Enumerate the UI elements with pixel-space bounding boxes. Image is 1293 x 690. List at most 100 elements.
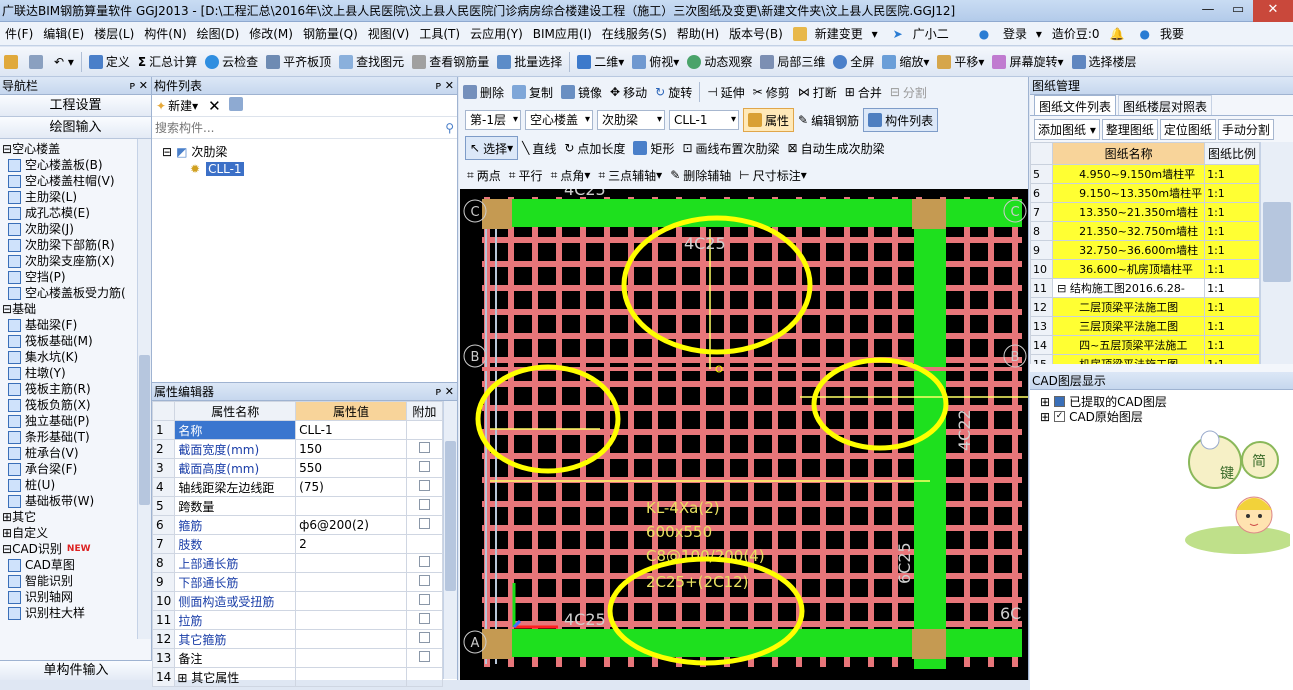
nav-item[interactable]: 条形基础(T) bbox=[2, 429, 137, 445]
component-search-input[interactable] bbox=[155, 117, 446, 138]
table-row[interactable]: 15机房顶梁平法施工图1:1 bbox=[1030, 354, 1260, 364]
properties-button[interactable]: 属性 bbox=[742, 108, 794, 132]
table-row[interactable]: 13 备注 bbox=[151, 648, 444, 668]
table-row[interactable]: 11 ⊟ 结构施工图2016.6.28- 1:1 bbox=[1030, 278, 1260, 298]
nav-scrollbar[interactable] bbox=[137, 139, 151, 639]
nav-item[interactable]: 成孔芯模(E) bbox=[2, 205, 137, 221]
cad-canvas[interactable]: C B A B C 4C25 4C22 6C25 4C25 4C25 6C KL… bbox=[460, 189, 1028, 680]
type-select[interactable]: 次肋梁 bbox=[596, 110, 665, 130]
table-row[interactable]: 11 拉筋 bbox=[151, 610, 444, 630]
nav-item[interactable]: 次肋梁(J) bbox=[2, 221, 137, 237]
nav-item[interactable]: 空心楼盖板(B) bbox=[2, 157, 137, 173]
nav-item[interactable]: 基础梁(F) bbox=[2, 317, 137, 333]
table-row[interactable]: 14 ⊞ 其它属性 bbox=[151, 667, 444, 687]
table-row[interactable]: 10 36.600~机房顶墙柱平 1:1 bbox=[1030, 259, 1260, 279]
extend-button[interactable]: ⊣ 延伸 bbox=[703, 80, 748, 104]
table-row[interactable]: 7 13.350~21.350m墙柱 1:1 bbox=[1030, 202, 1260, 222]
trim-button[interactable]: ✂ 修剪 bbox=[749, 80, 794, 104]
menu-component[interactable]: 构件(N) bbox=[139, 22, 191, 45]
drawing-list-scrollbar[interactable] bbox=[1260, 142, 1293, 364]
table-row[interactable]: 12 其它箍筋 bbox=[151, 629, 444, 649]
tree-root[interactable]: ⊟ ◩ 次肋梁 bbox=[162, 143, 457, 160]
nav-item[interactable]: ⊟ CAD识别 NEW bbox=[2, 541, 137, 557]
menu-floor[interactable]: 楼层(L) bbox=[89, 22, 139, 45]
nav-item[interactable]: CAD草图 bbox=[2, 557, 137, 573]
property-editor-panel-buttons[interactable]: ᴘ ✕ bbox=[436, 383, 454, 401]
menu-help[interactable]: 帮助(H) bbox=[672, 22, 724, 45]
rectangle-button[interactable]: 矩形 bbox=[629, 136, 678, 160]
point-length-button[interactable]: ↻ 点加长度 bbox=[560, 136, 629, 160]
checkbox[interactable] bbox=[418, 575, 430, 586]
summary-calc-button[interactable]: Σ 汇总计算 bbox=[134, 50, 201, 74]
organize-drawing-button[interactable]: 整理图纸 bbox=[1101, 118, 1158, 140]
checkbox[interactable] bbox=[418, 442, 430, 453]
save-button[interactable] bbox=[25, 50, 50, 74]
find-element-button[interactable]: 查找图元 bbox=[335, 50, 408, 74]
add-drawing-button[interactable]: 添加图纸 ▾ bbox=[1034, 118, 1100, 140]
checkbox-partial[interactable] bbox=[1054, 396, 1066, 407]
checkbox[interactable] bbox=[418, 556, 430, 567]
checkbox[interactable] bbox=[418, 632, 430, 643]
checkbox-checked[interactable]: ✓ bbox=[1054, 411, 1066, 422]
line-place-rib-button[interactable]: ⊡ 画线布置次肋梁 bbox=[678, 136, 783, 160]
nav-item[interactable]: 筏板基础(M) bbox=[2, 333, 137, 349]
nav-item[interactable]: 桩(U) bbox=[2, 477, 137, 493]
fullscreen-button[interactable]: 全屏 bbox=[829, 50, 878, 74]
project-settings-button[interactable]: 工程设置 bbox=[0, 95, 151, 117]
nav-item[interactable]: 空心楼盖柱帽(V) bbox=[2, 173, 137, 189]
table-row[interactable]: 12 二层顶梁平法施工图 1:1 bbox=[1030, 297, 1260, 317]
nav-item[interactable]: 独立基础(P) bbox=[2, 413, 137, 429]
define-button[interactable]: 定义 bbox=[85, 50, 134, 74]
orbit-button[interactable]: 动态观察 bbox=[683, 50, 756, 74]
table-row[interactable]: 9 32.750~36.600m墙柱 1:1 bbox=[1030, 240, 1260, 260]
delete-axis-button[interactable]: ✎ 删除辅轴 bbox=[666, 163, 735, 187]
parallel-button[interactable]: ⌗ 平行 bbox=[505, 163, 547, 187]
layer-original[interactable]: ⊞ ✓ CAD原始图层 bbox=[1040, 409, 1293, 425]
merge-button[interactable]: ⊞ 合并 bbox=[841, 80, 886, 104]
nav-item[interactable]: ⊞ 其它 bbox=[2, 509, 137, 525]
nav-item[interactable]: ⊟ 基础 bbox=[2, 301, 137, 317]
select-button[interactable]: ↖ 选择 ▾ bbox=[465, 136, 519, 160]
rotate-button[interactable]: ↻ 旋转 bbox=[651, 80, 696, 104]
nav-item[interactable]: 次肋梁下部筋(R) bbox=[2, 237, 137, 253]
select-floor-button[interactable]: 选择楼层 bbox=[1068, 50, 1141, 74]
three-point-axis-button[interactable]: ⌗ 三点辅轴 ▾ bbox=[594, 163, 666, 187]
table-row[interactable]: 14 四~五层顶梁平法施工 1:1 bbox=[1030, 335, 1260, 355]
table-row[interactable]: 5 跨数量 bbox=[151, 496, 444, 516]
menu-version[interactable]: 版本号(B) bbox=[724, 22, 788, 45]
screen-rotate-button[interactable]: 屏幕旋转 ▾ bbox=[988, 50, 1067, 74]
tree-child-selected[interactable]: ✹ CLL-1 bbox=[162, 160, 457, 177]
table-row[interactable]: 5 4.950~9.150m墙柱平 1:1 bbox=[1030, 164, 1260, 184]
layer-extracted[interactable]: ⊞ 已提取的CAD图层 bbox=[1040, 394, 1293, 410]
nav-item[interactable]: 集水坑(K) bbox=[2, 349, 137, 365]
table-row[interactable]: 9 下部通长筋 bbox=[151, 572, 444, 592]
minimize-button[interactable]: — bbox=[1193, 0, 1223, 22]
auto-generate-rib-button[interactable]: ⊠ 自动生成次肋梁 bbox=[784, 136, 889, 160]
single-component-input-button[interactable]: 单构件输入 bbox=[0, 660, 152, 680]
nav-item[interactable]: 智能识别 bbox=[2, 573, 137, 589]
nav-item[interactable]: ⊟ 空心楼盖 bbox=[2, 141, 137, 157]
mirror-button[interactable]: 镜像 bbox=[557, 80, 606, 104]
cloud-check-button[interactable]: 云检查 bbox=[201, 50, 262, 74]
nav-item[interactable]: 主肋梁(L) bbox=[2, 189, 137, 205]
nav-item[interactable]: 筏板主筋(R) bbox=[2, 381, 137, 397]
delete-button[interactable]: 删除 bbox=[459, 80, 508, 104]
checkbox[interactable] bbox=[418, 461, 430, 472]
table-row[interactable]: 13 三层顶梁平法施工图 1:1 bbox=[1030, 316, 1260, 336]
batch-select-button[interactable]: 批量选择 bbox=[493, 50, 566, 74]
nav-item[interactable]: ⊞ 自定义 bbox=[2, 525, 137, 541]
table-row[interactable]: 3 截面高度(mm) 550 bbox=[151, 458, 444, 478]
nav-item[interactable]: 次肋梁支座筋(X) bbox=[2, 253, 137, 269]
2d-button[interactable]: 二维 ▾ bbox=[573, 50, 628, 74]
checkbox[interactable] bbox=[418, 594, 430, 605]
menu-view[interactable]: 视图(V) bbox=[363, 22, 415, 45]
menu-ask[interactable]: ● 我要 bbox=[1130, 22, 1195, 45]
flush-slab-top-button[interactable]: 平齐板顶 bbox=[262, 50, 335, 74]
nav-item[interactable]: 空挡(P) bbox=[2, 269, 137, 285]
menu-online[interactable]: 在线服务(S) bbox=[597, 22, 672, 45]
table-row[interactable]: 8 上部通长筋 bbox=[151, 553, 444, 573]
two-point-button[interactable]: ⌗ 两点 bbox=[463, 163, 505, 187]
nav-item[interactable]: 承台梁(F) bbox=[2, 461, 137, 477]
tab-floor-mapping[interactable]: 图纸楼层对照表 bbox=[1118, 95, 1213, 115]
menu-new-change[interactable]: 新建变更 ▾ bbox=[788, 22, 883, 45]
